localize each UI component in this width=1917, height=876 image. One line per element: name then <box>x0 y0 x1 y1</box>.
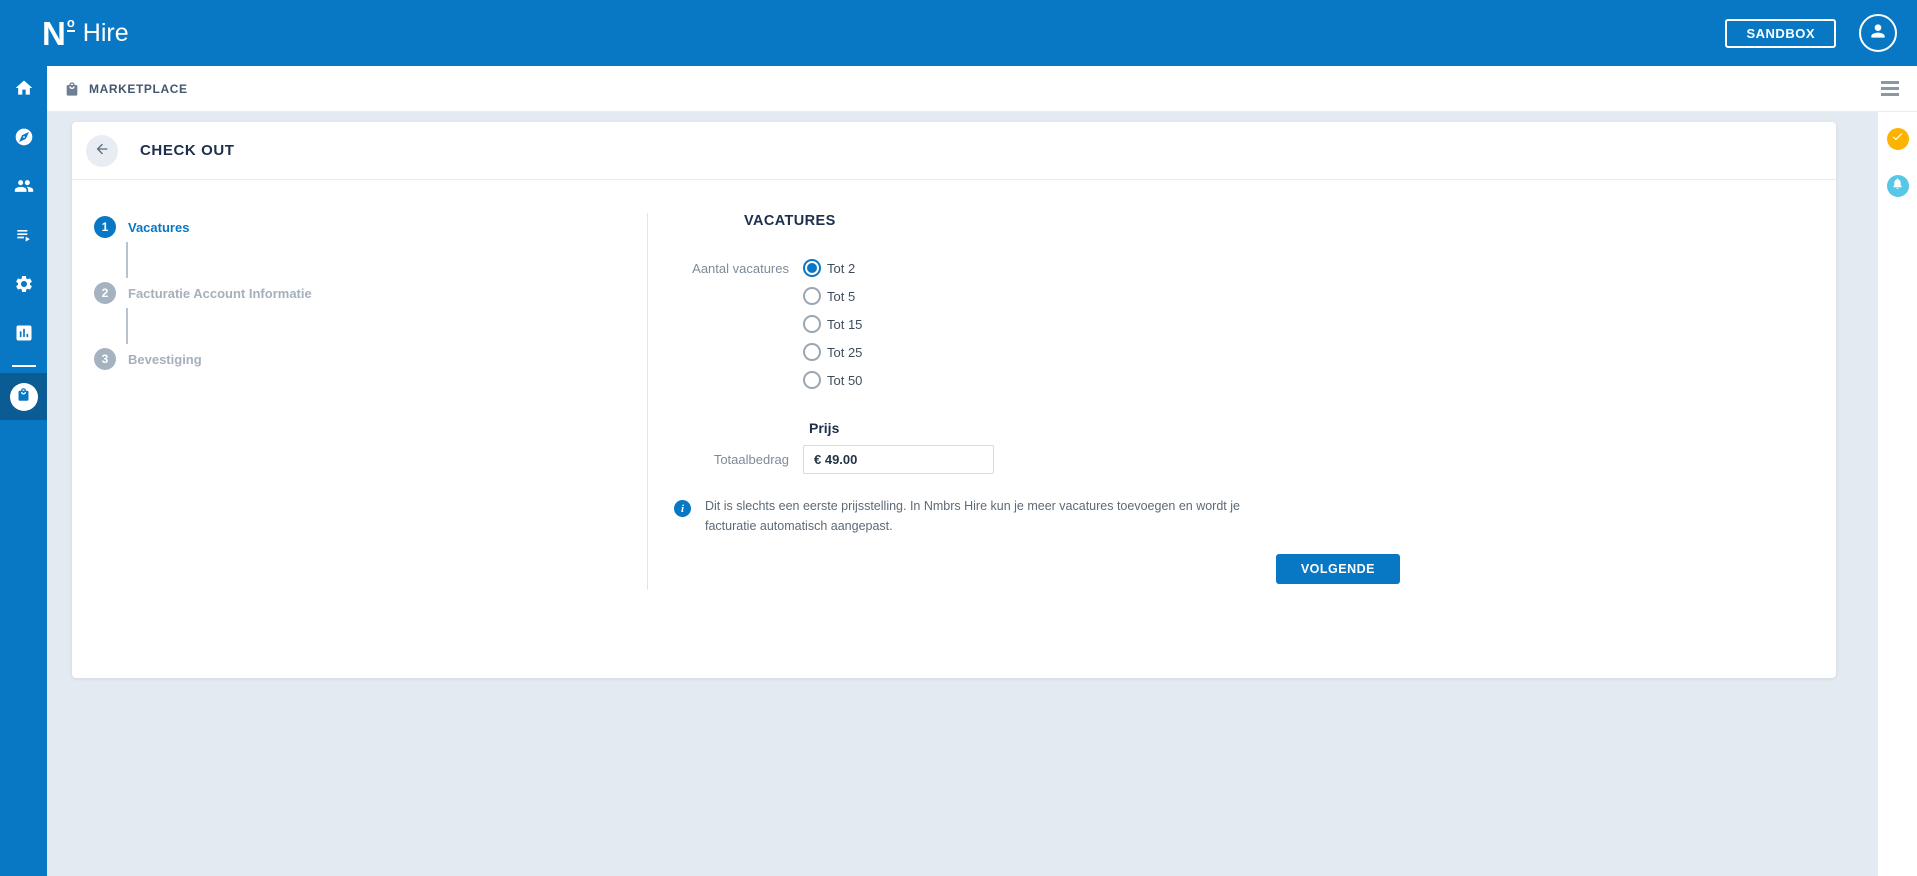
content-area: CHECK OUT 1 Vacatures 2 Facturatie Accou… <box>47 112 1878 876</box>
volgende-button[interactable]: VOLGENDE <box>1275 554 1400 584</box>
checkout-card: CHECK OUT 1 Vacatures 2 Facturatie Accou… <box>72 122 1836 678</box>
person-icon <box>1868 21 1888 46</box>
radio-label: Tot 50 <box>827 372 863 388</box>
vacatures-form: VACATURES Aantal vacatures Tot 2 Tot 5 T… <box>648 180 1400 677</box>
sidebar-item-candidates[interactable] <box>0 164 47 213</box>
header-right: SANDBOX <box>1725 14 1905 52</box>
logo-n: N <box>42 14 66 52</box>
arrow-left-icon <box>94 141 110 160</box>
aantal-vacatures-label: Aantal vacatures <box>692 261 789 276</box>
shopping-bag-icon <box>16 387 31 407</box>
step-label: Vacatures <box>128 219 190 235</box>
radio-tot-25[interactable]: Tot 25 <box>803 343 862 361</box>
radio-label: Tot 2 <box>827 260 856 276</box>
vacatures-radio-group: Tot 2 Tot 5 Tot 15 Tot 25 Tot 50 <box>803 259 862 399</box>
price-title: Prijs <box>809 420 840 436</box>
radio-tot-15[interactable]: Tot 15 <box>803 315 862 333</box>
user-avatar[interactable] <box>1859 14 1897 52</box>
actions-row: VOLGENDE <box>648 554 1400 584</box>
checkout-header: CHECK OUT <box>72 122 1836 180</box>
marketplace-active-badge <box>9 382 38 411</box>
home-icon <box>14 78 34 103</box>
info-icon: i <box>674 500 691 517</box>
radio-tot-50[interactable]: Tot 50 <box>803 371 862 389</box>
radio-tot-2[interactable]: Tot 2 <box>803 259 862 277</box>
checkout-body: 1 Vacatures 2 Facturatie Account Informa… <box>72 180 1836 677</box>
radio-icon <box>803 287 821 305</box>
totaalbedrag-row: Totaalbedrag <box>648 445 1400 474</box>
back-button[interactable] <box>86 134 118 167</box>
notifications-button[interactable] <box>1886 175 1909 197</box>
sidebar-item-home[interactable] <box>0 66 47 115</box>
breadcrumb: MARKETPLACE <box>89 81 188 96</box>
section-title: VACATURES <box>744 213 836 229</box>
sidebar-item-settings[interactable] <box>0 262 47 311</box>
step-vacatures[interactable]: 1 Vacatures <box>94 216 647 238</box>
bell-icon <box>1891 177 1904 195</box>
pricing-info-text: Dit is slechts een eerste prijsstelling.… <box>705 499 1240 533</box>
step-number-badge: 2 <box>94 282 116 304</box>
sidebar-item-marketplace[interactable] <box>0 373 47 420</box>
gear-icon <box>14 274 34 299</box>
check-icon <box>1891 130 1904 148</box>
nmbrs-hire-logo[interactable]: N o Hire <box>42 14 129 52</box>
radio-label: Tot 25 <box>827 344 863 360</box>
radio-label: Tot 15 <box>827 316 863 332</box>
checkout-steps: 1 Vacatures 2 Facturatie Account Informa… <box>72 180 647 677</box>
radio-label: Tot 5 <box>827 288 856 304</box>
compass-icon <box>14 127 34 152</box>
step-label: Facturatie Account Informatie <box>128 285 312 301</box>
notification-rail <box>1878 112 1917 876</box>
radio-icon <box>803 315 821 333</box>
radio-icon <box>803 343 821 361</box>
sidebar-divider <box>11 365 36 367</box>
status-check-button[interactable] <box>1886 128 1909 150</box>
playlist-icon <box>14 225 34 250</box>
sidebar-item-reports[interactable] <box>0 311 47 360</box>
sandbox-button[interactable]: SANDBOX <box>1725 18 1836 48</box>
radio-icon <box>803 259 821 277</box>
pricing-info: i Dit is slechts een eerste prijsstellin… <box>648 496 1400 536</box>
marketplace-bag-icon <box>64 81 80 97</box>
radio-tot-5[interactable]: Tot 5 <box>803 287 862 305</box>
breadcrumb-bar: MARKETPLACE <box>47 66 1917 112</box>
app-header: N o Hire SANDBOX <box>0 0 1917 66</box>
totaalbedrag-label: Totaalbedrag <box>713 452 789 467</box>
step-bevestiging[interactable]: 3 Bevestiging <box>94 348 647 370</box>
aantal-vacatures-row: Aantal vacatures Tot 2 Tot 5 Tot 15 Tot … <box>648 259 1400 399</box>
sidebar-item-pipeline[interactable] <box>0 213 47 262</box>
sidebar <box>0 66 47 876</box>
logo-ordinal: o <box>66 15 75 32</box>
logo-product: Hire <box>82 18 129 47</box>
sidebar-item-explore[interactable] <box>0 115 47 164</box>
step-facturatie[interactable]: 2 Facturatie Account Informatie <box>94 282 647 304</box>
step-number-badge: 1 <box>94 216 116 238</box>
step-label: Bevestiging <box>128 351 202 367</box>
menu-icon[interactable] <box>1877 77 1903 100</box>
step-number-badge: 3 <box>94 348 116 370</box>
page-title: CHECK OUT <box>140 142 235 159</box>
users-icon <box>14 176 34 201</box>
step-connector <box>126 242 128 278</box>
totaalbedrag-input[interactable] <box>803 445 994 474</box>
step-connector <box>126 308 128 344</box>
bar-chart-icon <box>14 323 34 348</box>
radio-icon <box>803 371 821 389</box>
